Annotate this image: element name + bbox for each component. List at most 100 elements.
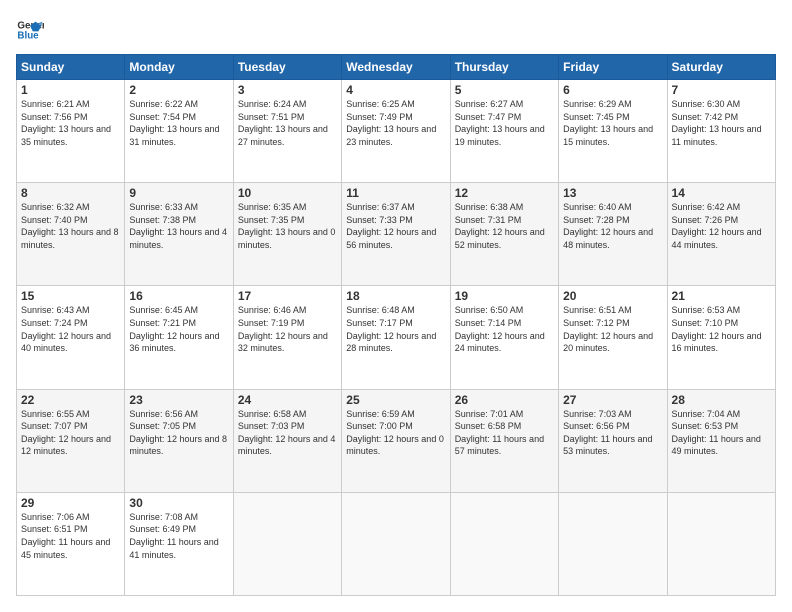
- calendar-cell: 18Sunrise: 6:48 AMSunset: 7:17 PMDayligh…: [342, 286, 450, 389]
- logo: General Blue: [16, 16, 44, 44]
- day-number: 25: [346, 393, 445, 407]
- calendar-cell: 1Sunrise: 6:21 AMSunset: 7:56 PMDaylight…: [17, 80, 125, 183]
- calendar-cell: 20Sunrise: 6:51 AMSunset: 7:12 PMDayligh…: [559, 286, 667, 389]
- calendar-cell: 13Sunrise: 6:40 AMSunset: 7:28 PMDayligh…: [559, 183, 667, 286]
- calendar-cell: 10Sunrise: 6:35 AMSunset: 7:35 PMDayligh…: [233, 183, 341, 286]
- day-info: Sunrise: 6:29 AMSunset: 7:45 PMDaylight:…: [563, 98, 662, 148]
- day-info: Sunrise: 6:43 AMSunset: 7:24 PMDaylight:…: [21, 304, 120, 354]
- calendar-cell: [559, 492, 667, 595]
- calendar-cell: 30Sunrise: 7:08 AMSunset: 6:49 PMDayligh…: [125, 492, 233, 595]
- day-number: 18: [346, 289, 445, 303]
- day-number: 19: [455, 289, 554, 303]
- day-number: 22: [21, 393, 120, 407]
- day-number: 21: [672, 289, 771, 303]
- day-number: 14: [672, 186, 771, 200]
- header: General Blue: [16, 16, 776, 44]
- day-info: Sunrise: 6:50 AMSunset: 7:14 PMDaylight:…: [455, 304, 554, 354]
- calendar-cell: 3Sunrise: 6:24 AMSunset: 7:51 PMDaylight…: [233, 80, 341, 183]
- calendar-cell: 4Sunrise: 6:25 AMSunset: 7:49 PMDaylight…: [342, 80, 450, 183]
- calendar-cell: [667, 492, 775, 595]
- day-number: 7: [672, 83, 771, 97]
- calendar-cell: 23Sunrise: 6:56 AMSunset: 7:05 PMDayligh…: [125, 389, 233, 492]
- day-info: Sunrise: 6:40 AMSunset: 7:28 PMDaylight:…: [563, 201, 662, 251]
- day-header-sunday: Sunday: [17, 55, 125, 80]
- calendar-cell: [450, 492, 558, 595]
- calendar-cell: 22Sunrise: 6:55 AMSunset: 7:07 PMDayligh…: [17, 389, 125, 492]
- calendar-cell: 5Sunrise: 6:27 AMSunset: 7:47 PMDaylight…: [450, 80, 558, 183]
- day-number: 28: [672, 393, 771, 407]
- logo-icon: General Blue: [16, 16, 44, 44]
- day-number: 3: [238, 83, 337, 97]
- calendar-cell: [233, 492, 341, 595]
- day-info: Sunrise: 6:45 AMSunset: 7:21 PMDaylight:…: [129, 304, 228, 354]
- day-info: Sunrise: 6:24 AMSunset: 7:51 PMDaylight:…: [238, 98, 337, 148]
- day-header-thursday: Thursday: [450, 55, 558, 80]
- calendar-cell: 6Sunrise: 6:29 AMSunset: 7:45 PMDaylight…: [559, 80, 667, 183]
- day-number: 23: [129, 393, 228, 407]
- day-number: 4: [346, 83, 445, 97]
- day-number: 1: [21, 83, 120, 97]
- week-row-2: 8Sunrise: 6:32 AMSunset: 7:40 PMDaylight…: [17, 183, 776, 286]
- day-info: Sunrise: 6:51 AMSunset: 7:12 PMDaylight:…: [563, 304, 662, 354]
- calendar-cell: 27Sunrise: 7:03 AMSunset: 6:56 PMDayligh…: [559, 389, 667, 492]
- day-number: 30: [129, 496, 228, 510]
- day-number: 2: [129, 83, 228, 97]
- calendar-cell: 26Sunrise: 7:01 AMSunset: 6:58 PMDayligh…: [450, 389, 558, 492]
- calendar-cell: 21Sunrise: 6:53 AMSunset: 7:10 PMDayligh…: [667, 286, 775, 389]
- day-header-friday: Friday: [559, 55, 667, 80]
- calendar-cell: [342, 492, 450, 595]
- day-number: 27: [563, 393, 662, 407]
- day-info: Sunrise: 6:42 AMSunset: 7:26 PMDaylight:…: [672, 201, 771, 251]
- day-header-tuesday: Tuesday: [233, 55, 341, 80]
- calendar-cell: 8Sunrise: 6:32 AMSunset: 7:40 PMDaylight…: [17, 183, 125, 286]
- day-info: Sunrise: 6:48 AMSunset: 7:17 PMDaylight:…: [346, 304, 445, 354]
- week-row-4: 22Sunrise: 6:55 AMSunset: 7:07 PMDayligh…: [17, 389, 776, 492]
- day-number: 29: [21, 496, 120, 510]
- svg-text:Blue: Blue: [17, 30, 39, 41]
- day-number: 5: [455, 83, 554, 97]
- calendar-cell: 19Sunrise: 6:50 AMSunset: 7:14 PMDayligh…: [450, 286, 558, 389]
- day-info: Sunrise: 6:59 AMSunset: 7:00 PMDaylight:…: [346, 408, 445, 458]
- day-number: 12: [455, 186, 554, 200]
- day-info: Sunrise: 6:56 AMSunset: 7:05 PMDaylight:…: [129, 408, 228, 458]
- calendar-table: SundayMondayTuesdayWednesdayThursdayFrid…: [16, 54, 776, 596]
- calendar-cell: 24Sunrise: 6:58 AMSunset: 7:03 PMDayligh…: [233, 389, 341, 492]
- day-info: Sunrise: 7:08 AMSunset: 6:49 PMDaylight:…: [129, 511, 228, 561]
- week-row-3: 15Sunrise: 6:43 AMSunset: 7:24 PMDayligh…: [17, 286, 776, 389]
- calendar-cell: 7Sunrise: 6:30 AMSunset: 7:42 PMDaylight…: [667, 80, 775, 183]
- day-info: Sunrise: 6:21 AMSunset: 7:56 PMDaylight:…: [21, 98, 120, 148]
- day-info: Sunrise: 7:04 AMSunset: 6:53 PMDaylight:…: [672, 408, 771, 458]
- calendar-cell: 12Sunrise: 6:38 AMSunset: 7:31 PMDayligh…: [450, 183, 558, 286]
- day-info: Sunrise: 6:53 AMSunset: 7:10 PMDaylight:…: [672, 304, 771, 354]
- calendar-cell: 2Sunrise: 6:22 AMSunset: 7:54 PMDaylight…: [125, 80, 233, 183]
- day-header-wednesday: Wednesday: [342, 55, 450, 80]
- day-number: 11: [346, 186, 445, 200]
- day-info: Sunrise: 7:01 AMSunset: 6:58 PMDaylight:…: [455, 408, 554, 458]
- day-info: Sunrise: 7:03 AMSunset: 6:56 PMDaylight:…: [563, 408, 662, 458]
- week-row-5: 29Sunrise: 7:06 AMSunset: 6:51 PMDayligh…: [17, 492, 776, 595]
- day-info: Sunrise: 6:58 AMSunset: 7:03 PMDaylight:…: [238, 408, 337, 458]
- day-number: 15: [21, 289, 120, 303]
- day-number: 17: [238, 289, 337, 303]
- day-info: Sunrise: 6:33 AMSunset: 7:38 PMDaylight:…: [129, 201, 228, 251]
- calendar-cell: 25Sunrise: 6:59 AMSunset: 7:00 PMDayligh…: [342, 389, 450, 492]
- day-info: Sunrise: 6:38 AMSunset: 7:31 PMDaylight:…: [455, 201, 554, 251]
- day-number: 6: [563, 83, 662, 97]
- day-number: 8: [21, 186, 120, 200]
- day-info: Sunrise: 6:37 AMSunset: 7:33 PMDaylight:…: [346, 201, 445, 251]
- day-number: 13: [563, 186, 662, 200]
- day-info: Sunrise: 7:06 AMSunset: 6:51 PMDaylight:…: [21, 511, 120, 561]
- day-number: 9: [129, 186, 228, 200]
- day-info: Sunrise: 6:32 AMSunset: 7:40 PMDaylight:…: [21, 201, 120, 251]
- day-number: 26: [455, 393, 554, 407]
- day-header-saturday: Saturday: [667, 55, 775, 80]
- day-number: 10: [238, 186, 337, 200]
- day-number: 20: [563, 289, 662, 303]
- calendar-cell: 11Sunrise: 6:37 AMSunset: 7:33 PMDayligh…: [342, 183, 450, 286]
- page: General Blue SundayMondayTuesdayWednesda…: [0, 0, 792, 612]
- day-info: Sunrise: 6:30 AMSunset: 7:42 PMDaylight:…: [672, 98, 771, 148]
- day-info: Sunrise: 6:22 AMSunset: 7:54 PMDaylight:…: [129, 98, 228, 148]
- calendar-cell: 17Sunrise: 6:46 AMSunset: 7:19 PMDayligh…: [233, 286, 341, 389]
- calendar-cell: 9Sunrise: 6:33 AMSunset: 7:38 PMDaylight…: [125, 183, 233, 286]
- day-info: Sunrise: 6:55 AMSunset: 7:07 PMDaylight:…: [21, 408, 120, 458]
